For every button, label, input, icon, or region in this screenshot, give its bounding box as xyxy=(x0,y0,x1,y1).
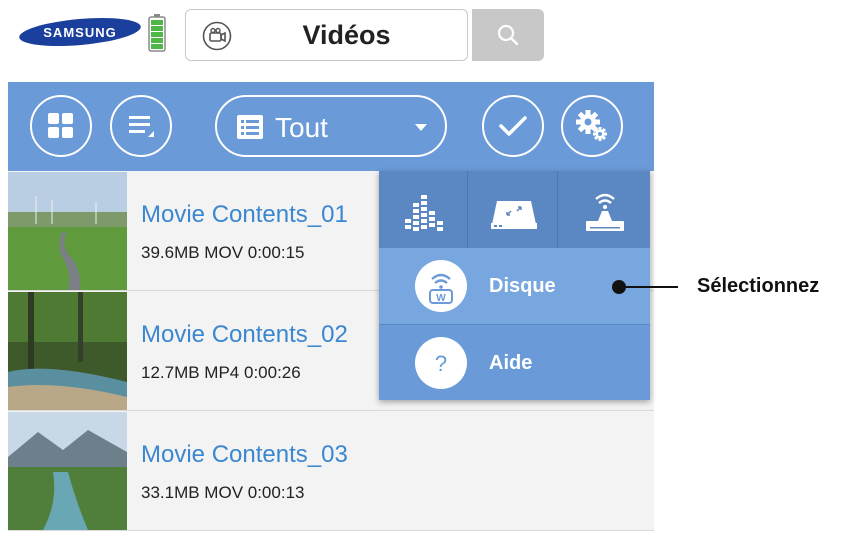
callout-line xyxy=(620,286,678,288)
list-filter-icon xyxy=(237,115,263,139)
list-view-button[interactable] xyxy=(110,95,172,157)
grid-view-icon xyxy=(48,113,73,138)
equalizer-icon xyxy=(405,195,443,231)
settings-gear-icon xyxy=(576,110,607,141)
page-title: Vidéos xyxy=(302,20,391,50)
menu-item-disque[interactable]: W Disque xyxy=(379,248,650,324)
filter-dropdown[interactable]: Tout xyxy=(215,95,447,157)
toolbar: Tout xyxy=(8,82,654,171)
callout-label: Sélectionnez xyxy=(697,275,820,297)
menu-tab-router[interactable] xyxy=(560,171,649,248)
video-thumbnail xyxy=(8,412,127,530)
menu-item-label: Aide xyxy=(489,352,533,374)
help-icon: ? xyxy=(415,337,467,389)
samsung-logo: SAMSUNG xyxy=(19,18,141,46)
video-title: Movie Contents_02 xyxy=(141,321,348,348)
menu-tab-bar xyxy=(379,171,650,248)
video-meta: 33.1MB MOV 0:00:13 xyxy=(141,483,305,502)
video-meta: 39.6MB MOV 0:00:15 xyxy=(141,243,305,262)
search-icon xyxy=(497,24,519,46)
select-button[interactable] xyxy=(482,95,544,157)
checkmark-icon xyxy=(499,116,527,136)
svg-text:W: W xyxy=(436,293,446,304)
video-camera-icon xyxy=(202,21,232,51)
chevron-down-icon xyxy=(415,124,427,131)
wifi-disk-icon: W xyxy=(415,260,467,312)
list-view-icon xyxy=(129,116,154,137)
filter-label: Tout xyxy=(275,112,328,143)
screen: SAMSUNG Vidéos Tout Movie Contents_01 39… xyxy=(0,0,854,534)
search-button[interactable] xyxy=(472,9,544,61)
menu-tab-equalizer[interactable] xyxy=(379,171,468,248)
video-title: Movie Contents_03 xyxy=(141,441,348,468)
video-thumbnail xyxy=(8,172,127,290)
video-row-3[interactable]: Movie Contents_03 33.1MB MOV 0:00:13 xyxy=(8,411,654,531)
title-bar: Vidéos xyxy=(185,9,468,61)
wifi-router-icon xyxy=(586,193,624,231)
video-thumbnail xyxy=(8,292,127,410)
battery-icon xyxy=(148,14,166,52)
video-meta: 12.7MB MP4 0:00:26 xyxy=(141,363,301,382)
menu-item-label: Disque xyxy=(489,275,556,297)
settings-button[interactable] xyxy=(561,95,623,157)
settings-menu: W Disque ? Aide xyxy=(379,171,650,400)
grid-view-button[interactable] xyxy=(30,95,92,157)
svg-text:?: ? xyxy=(435,351,447,376)
storage-drive-icon xyxy=(491,201,537,229)
menu-tab-storage[interactable] xyxy=(469,171,558,248)
samsung-logo-text: SAMSUNG xyxy=(43,25,116,40)
video-title: Movie Contents_01 xyxy=(141,201,348,228)
menu-item-aide[interactable]: ? Aide xyxy=(379,325,650,401)
